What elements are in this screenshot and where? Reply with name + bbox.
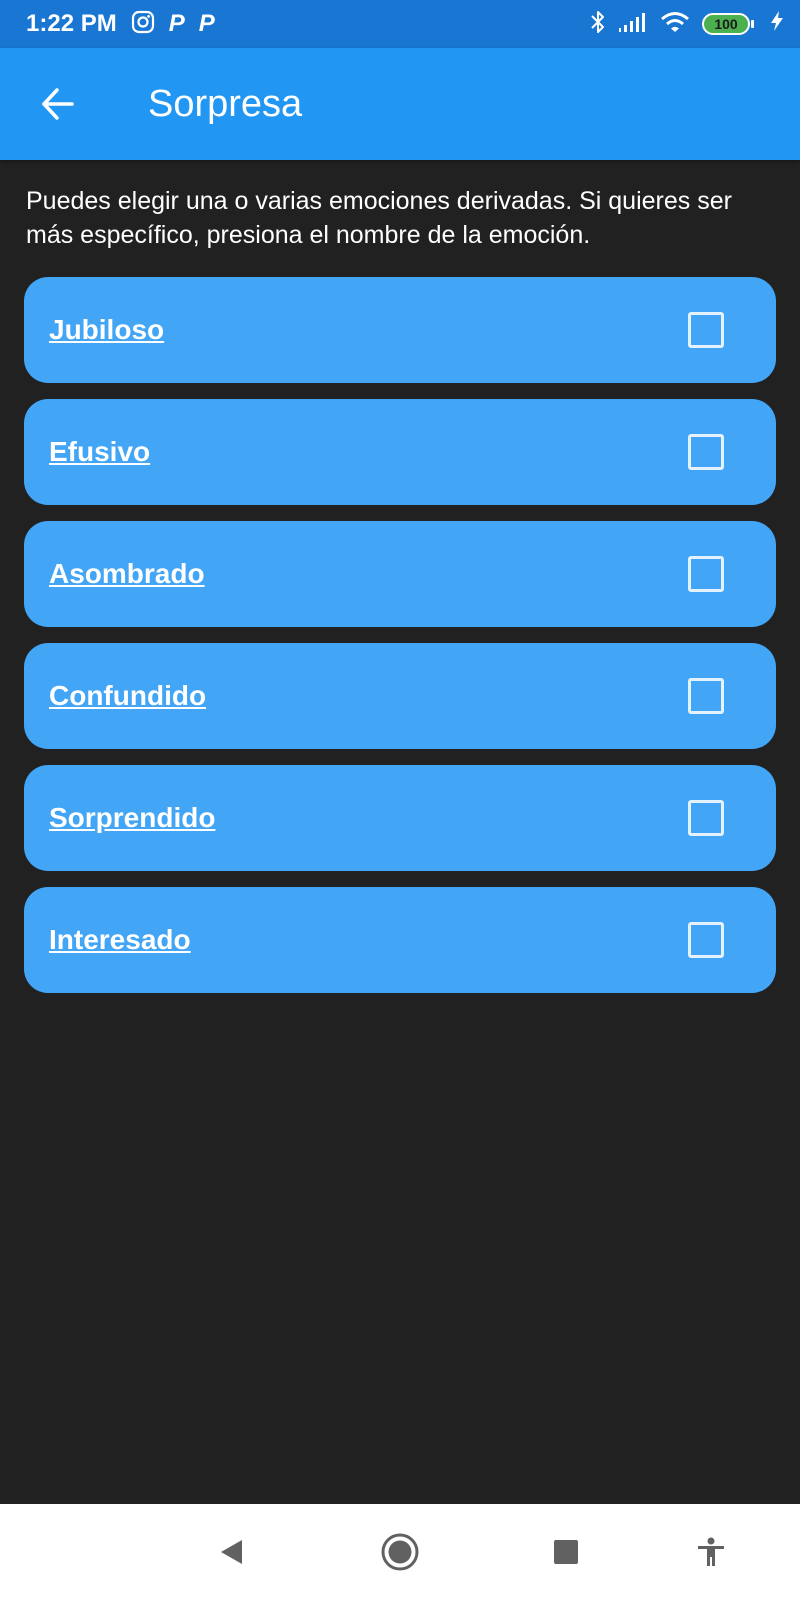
emotion-checkbox[interactable] (688, 556, 724, 592)
p-app-icon: P (168, 10, 185, 37)
nav-accessibility-button[interactable] (691, 1532, 731, 1572)
status-bar: 1:22 PM P P 100 (0, 0, 800, 48)
instagram-icon (131, 10, 155, 39)
notification-icons: P P (131, 10, 215, 39)
emotion-checkbox[interactable] (688, 312, 724, 348)
wifi-icon (660, 11, 690, 38)
emotion-link[interactable]: Efusivo (49, 436, 150, 468)
status-time: 1:22 PM (26, 10, 117, 37)
emotion-link[interactable]: Confundido (49, 680, 206, 712)
system-nav-bar (0, 1504, 800, 1600)
nav-back-button[interactable] (212, 1532, 252, 1572)
battery-level: 100 (702, 13, 750, 35)
recents-square-icon (554, 1540, 578, 1564)
emotion-link[interactable]: Asombrado (49, 558, 205, 590)
arrow-back-icon (42, 88, 74, 120)
emotion-checkbox[interactable] (688, 678, 724, 714)
emotion-item-asombrado[interactable]: Asombrado (24, 521, 776, 627)
page-title: Sorpresa (148, 82, 303, 125)
accessibility-icon (698, 1537, 724, 1566)
emotion-item-sorprendido[interactable]: Sorprendido (24, 765, 776, 871)
emotion-checkbox[interactable] (688, 434, 724, 470)
emotion-item-confundido[interactable]: Confundido (24, 643, 776, 749)
emotion-list: Jubiloso Efusivo Asombrado Confundido So… (24, 277, 776, 1009)
emotion-link[interactable]: Interesado (49, 924, 191, 956)
emotion-link[interactable]: Jubiloso (49, 314, 164, 346)
app-bar: Sorpresa (0, 48, 800, 160)
charging-icon (770, 10, 784, 38)
system-icons: 100 (590, 9, 784, 40)
emotion-checkbox[interactable] (688, 800, 724, 836)
battery-icon: 100 (702, 13, 754, 35)
home-circle-icon (381, 1533, 419, 1571)
nav-home-button[interactable] (380, 1532, 420, 1572)
p-app-icon: P (198, 10, 215, 37)
emotion-link[interactable]: Sorprendido (49, 802, 215, 834)
emotion-checkbox[interactable] (688, 922, 724, 958)
bluetooth-icon (590, 9, 606, 40)
emotion-item-jubiloso[interactable]: Jubiloso (24, 277, 776, 383)
signal-icon (618, 11, 648, 38)
nav-recents-button[interactable] (546, 1532, 586, 1572)
instructions-text: Puedes elegir una o varias emociones der… (26, 187, 732, 249)
emotion-item-efusivo[interactable]: Efusivo (24, 399, 776, 505)
back-triangle-icon (221, 1540, 242, 1564)
emotion-item-interesado[interactable]: Interesado (24, 887, 776, 993)
back-button[interactable] (30, 76, 86, 132)
